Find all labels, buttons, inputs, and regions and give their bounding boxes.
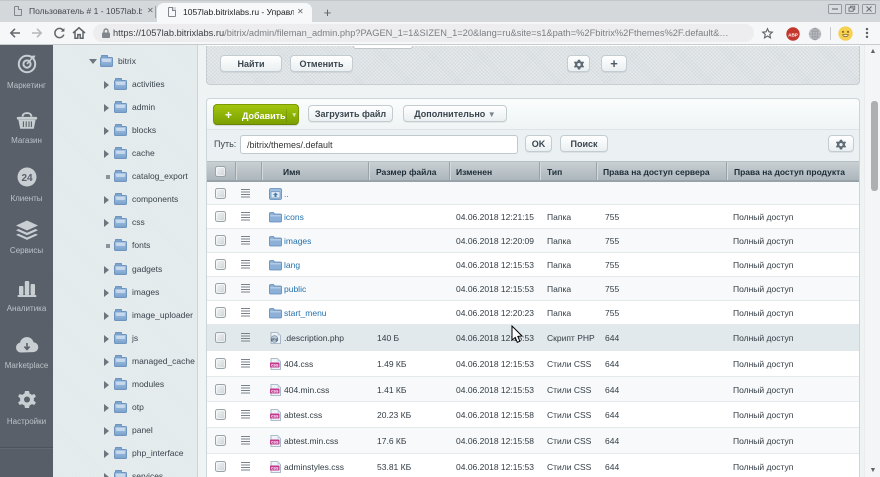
svg-text:php: php (271, 337, 279, 342)
svg-text:css: css (271, 389, 279, 394)
svg-text:css: css (271, 466, 279, 471)
svg-text:ABP: ABP (788, 32, 798, 37)
svg-text:css: css (271, 440, 279, 445)
svg-text:css: css (271, 363, 279, 368)
svg-text:css: css (271, 414, 279, 419)
svg-text:24: 24 (21, 173, 33, 184)
